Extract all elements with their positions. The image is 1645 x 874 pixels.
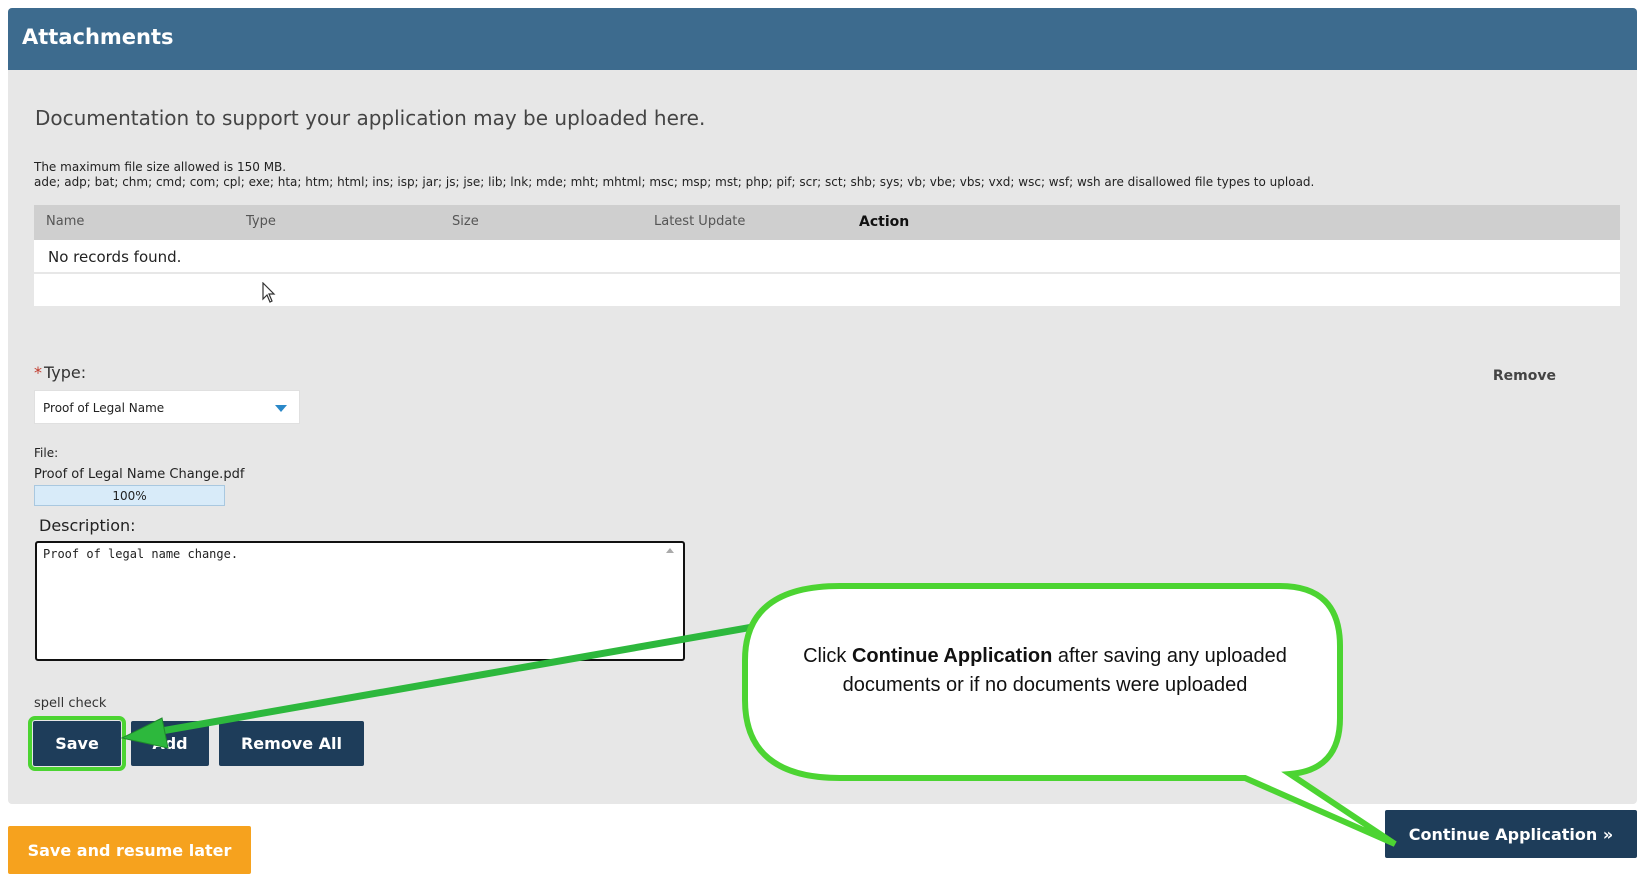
chevron-down-icon: [275, 405, 287, 412]
column-header-name[interactable]: Name: [46, 214, 84, 229]
type-select[interactable]: Proof of Legal Name: [34, 390, 300, 424]
spell-check-link[interactable]: spell check: [34, 696, 106, 711]
save-and-resume-later-button[interactable]: Save and resume later: [8, 826, 251, 874]
attachments-table: Name Type Size Latest Update Action No r…: [34, 205, 1620, 308]
column-header-latest-update[interactable]: Latest Update: [654, 214, 745, 229]
callout-text: Click Continue Application after saving …: [790, 642, 1300, 700]
callout-prefix: Click: [803, 645, 852, 667]
file-label: File:: [34, 446, 59, 460]
description-textarea[interactable]: Proof of legal name change.: [35, 541, 685, 661]
intro-text: Documentation to support your applicatio…: [35, 106, 706, 130]
disallowed-types-text: ade; adp; bat; chm; cmd; com; cpl; exe; …: [34, 175, 1315, 189]
remove-link[interactable]: Remove: [1493, 368, 1556, 384]
upload-progress-text: 100%: [112, 489, 147, 503]
column-header-action: Action: [859, 214, 910, 230]
panel-title: Attachments: [22, 25, 174, 49]
callout-bold: Continue Application: [851, 645, 1053, 667]
add-button[interactable]: Add: [131, 721, 209, 766]
file-name: Proof of Legal Name Change.pdf: [34, 467, 245, 482]
table-row: No records found.: [34, 240, 1620, 274]
scroll-up-icon[interactable]: [666, 548, 674, 553]
column-header-type[interactable]: Type: [246, 214, 276, 229]
table-row-empty: [34, 274, 1620, 308]
panel-header: Attachments: [8, 8, 1637, 70]
continue-application-button[interactable]: Continue Application »: [1385, 810, 1637, 858]
description-label: Description:: [39, 516, 136, 535]
upload-progress-bar: 100%: [34, 485, 225, 506]
column-header-size[interactable]: Size: [452, 214, 479, 229]
type-label: * Type:: [34, 363, 86, 382]
remove-all-button[interactable]: Remove All: [219, 721, 364, 766]
required-marker: *: [34, 363, 42, 382]
table-header: Name Type Size Latest Update Action: [34, 205, 1620, 240]
mouse-cursor-icon: [262, 282, 276, 303]
no-records-text: No records found.: [48, 248, 182, 266]
type-label-text: Type:: [44, 363, 87, 382]
max-size-text: The maximum file size allowed is 150 MB.: [34, 160, 287, 174]
save-button[interactable]: Save: [28, 716, 126, 771]
type-select-value: Proof of Legal Name: [43, 401, 165, 415]
